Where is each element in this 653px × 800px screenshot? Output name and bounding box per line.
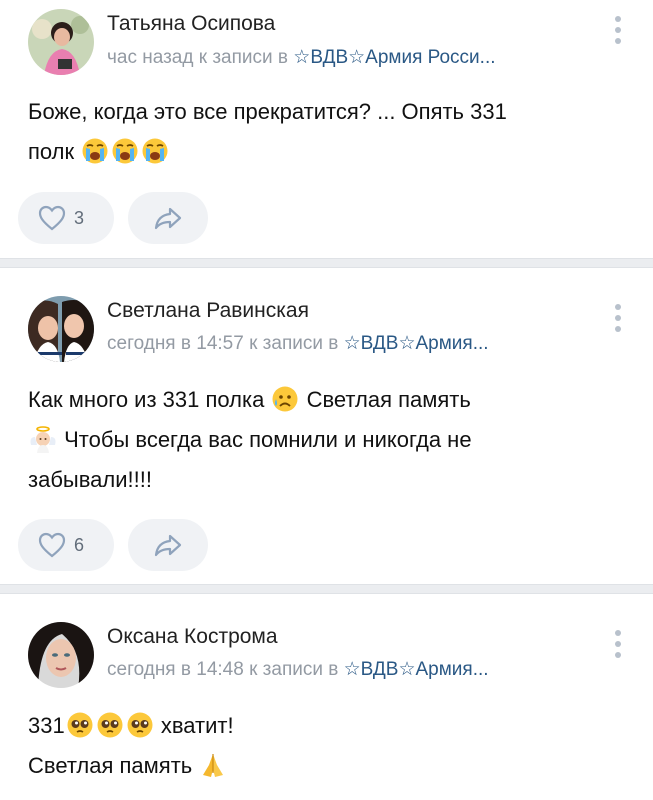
comment-text-line: Как много из 331 полка [28, 387, 265, 412]
separator [0, 584, 653, 594]
comment-text-line: Чтобы всегда вас помнили и никогда не [64, 427, 472, 452]
like-count: 3 [74, 207, 85, 228]
dot-icon [615, 652, 621, 658]
loudly-crying-face-icon [111, 137, 139, 165]
avatar[interactable] [28, 9, 94, 75]
dot-icon [615, 630, 621, 636]
dot-icon [615, 326, 621, 332]
group-link[interactable]: ☆ВДВ☆Армия... [344, 659, 489, 680]
like-button[interactable]: 6 [18, 519, 114, 571]
comment-card: Оксана Кострома сегодня в 14:48 к записи… [0, 594, 653, 800]
to-post-label: к записи в [249, 333, 339, 354]
comment-meta: час назад к записи в ☆ВДВ☆Армия Росси... [107, 46, 496, 69]
more-options-button[interactable] [608, 298, 628, 338]
share-button[interactable] [128, 192, 208, 244]
loudly-crying-face-icon [81, 137, 109, 165]
pleading-face-icon [126, 711, 154, 739]
sad-but-relieved-face-icon [271, 385, 299, 413]
author-name[interactable]: Светлана Равинская [107, 299, 309, 323]
dot-icon [615, 27, 621, 33]
heart-icon [38, 205, 66, 231]
folded-hands-icon [199, 751, 227, 779]
comment-text-line: Светлая память [306, 387, 471, 412]
group-link[interactable]: ☆ВДВ☆Армия... [344, 333, 489, 354]
like-button[interactable]: 3 [18, 192, 114, 244]
comment-text: Боже, когда это все прекратится? ... Опя… [28, 92, 625, 172]
comment-card: Светлана Равинская сегодня в 14:57 к зап… [0, 268, 653, 584]
to-post-label: к записи в [249, 659, 339, 680]
pleading-face-icon [96, 711, 124, 739]
comment-text-line: Боже, когда это все прекратится? ... Опя… [28, 99, 507, 124]
comment-text-line: Светлая память [28, 753, 193, 778]
heart-icon [38, 532, 66, 558]
comment-text: 331 хватит! Светлая память [28, 706, 625, 786]
dot-icon [615, 304, 621, 310]
baby-angel-icon [29, 425, 57, 453]
dot-icon [615, 315, 621, 321]
to-post-label: к записи в [198, 47, 289, 68]
comment-time: сегодня в 14:48 [107, 659, 244, 680]
comment-text-line: хватит! [160, 713, 234, 738]
comment-text-line: забывали!!!! [28, 467, 152, 492]
comment-card: Татьяна Осипова час назад к записи в ☆ВД… [0, 0, 653, 258]
comment-time: сегодня в 14:57 [107, 333, 244, 354]
separator [0, 258, 653, 268]
comment-meta: сегодня в 14:48 к записи в ☆ВДВ☆Армия... [107, 658, 489, 681]
dot-icon [615, 38, 621, 44]
share-arrow-icon [154, 534, 182, 557]
more-options-button[interactable] [608, 10, 628, 50]
group-link[interactable]: ☆ВДВ☆Армия Росси... [293, 47, 495, 68]
comment-text-line: 331 [28, 713, 65, 738]
author-name[interactable]: Оксана Кострома [107, 625, 278, 649]
like-count: 6 [74, 534, 85, 555]
loudly-crying-face-icon [141, 137, 169, 165]
comment-text-line: полк [28, 139, 75, 164]
more-options-button[interactable] [608, 624, 628, 664]
dot-icon [615, 16, 621, 22]
comment-meta: сегодня в 14:57 к записи в ☆ВДВ☆Армия... [107, 332, 489, 355]
comment-text: Как много из 331 полка Светлая память Чт… [28, 380, 625, 500]
avatar[interactable] [28, 296, 94, 362]
share-button[interactable] [128, 519, 208, 571]
pleading-face-icon [66, 711, 94, 739]
author-name[interactable]: Татьяна Осипова [107, 12, 275, 36]
avatar[interactable] [28, 622, 94, 688]
comment-time: час назад [107, 47, 194, 68]
dot-icon [615, 641, 621, 647]
share-arrow-icon [154, 207, 182, 230]
